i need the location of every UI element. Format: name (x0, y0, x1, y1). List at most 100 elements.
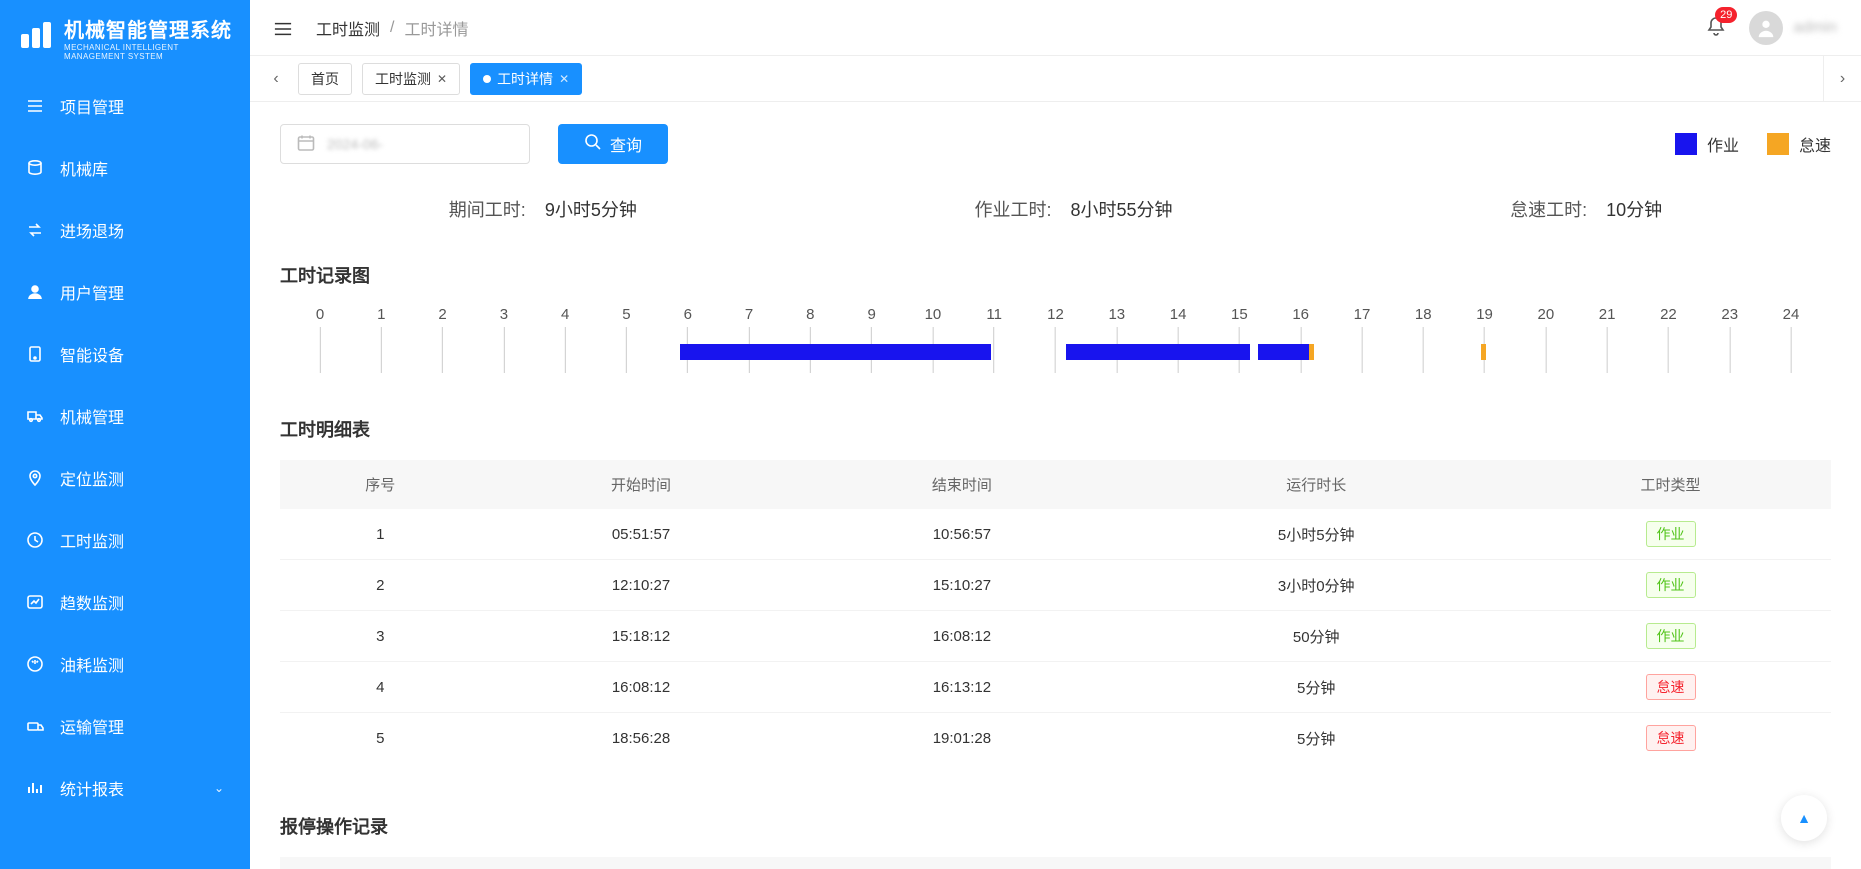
stat-work: 作业工时: 8小时55分钟 (974, 196, 1172, 222)
stat-idle: 怠速工时: 10分钟 (1510, 196, 1662, 222)
table-header: 工时类型 (1510, 460, 1831, 509)
tabs-next-icon[interactable]: › (1823, 56, 1861, 102)
db-icon (26, 159, 44, 177)
type-tag: 作业 (1646, 623, 1696, 649)
stat-period: 期间工时: 9小时5分钟 (449, 196, 637, 222)
date-input[interactable]: 2024-06- (280, 124, 530, 164)
stats-row: 期间工时: 9小时5分钟 作业工时: 8小时55分钟 怠速工时: 10分钟 (280, 164, 1831, 248)
timeline-tick: 23 (1721, 306, 1738, 373)
sidebar-item-truck[interactable]: 机械管理 (0, 385, 250, 447)
timeline-tick: 13 (1108, 306, 1125, 373)
device-icon (26, 345, 44, 363)
close-icon[interactable]: ✕ (437, 72, 447, 86)
breadcrumb-sep: / (390, 19, 394, 37)
sidebar-item-transfer[interactable]: 进场退场 (0, 199, 250, 261)
timeline-tick: 21 (1599, 306, 1616, 373)
fuel-icon (26, 655, 44, 673)
sidebar-item-user[interactable]: 用户管理 (0, 261, 250, 323)
sidebar-item-transport[interactable]: 运输管理 (0, 695, 250, 757)
user-icon (26, 283, 44, 301)
main: 工时监测 / 工时详情 29 admin ‹ 首页 工时监测 ✕ 工时详情 ✕ › (250, 0, 1861, 869)
table-row: 212:10:2715:10:273小时0分钟作业 (280, 560, 1831, 611)
timeline-tick: 17 (1354, 306, 1371, 373)
sidebar-item-fuel[interactable]: 油耗监测 (0, 633, 250, 695)
sidebar-item-stats[interactable]: 统计报表⌄ (0, 757, 250, 819)
sidebar-item-label: 趋数监测 (60, 590, 224, 614)
sidebar-item-db[interactable]: 机械库 (0, 137, 250, 199)
table1-title: 工时明细表 (280, 416, 1831, 442)
sidebar-item-location[interactable]: 定位监测 (0, 447, 250, 509)
sidebar-item-device[interactable]: 智能设备 (0, 323, 250, 385)
tab[interactable]: 首页 (298, 63, 352, 95)
table-header: 结束时间 (801, 460, 1122, 509)
timeline-tick: 10 (925, 306, 942, 373)
sidebar-item-trend[interactable]: 趋数监测 (0, 571, 250, 633)
menu-toggle-icon[interactable] (274, 20, 294, 36)
table-row: 105:51:5710:56:575小时5分钟作业 (280, 509, 1831, 560)
chevron-down-icon: ⌄ (214, 781, 224, 795)
project-icon (26, 97, 44, 115)
notification-badge: 29 (1715, 7, 1737, 23)
tabs-prev-icon[interactable]: ‹ (260, 70, 292, 88)
timeline-tick: 12 (1047, 306, 1064, 373)
truck-icon (26, 407, 44, 425)
calendar-icon (297, 134, 315, 155)
table-header: 运行时长 (1122, 460, 1510, 509)
tab-label: 首页 (311, 69, 339, 89)
type-tag: 作业 (1646, 521, 1696, 547)
back-to-top-button[interactable]: ▲ (1781, 795, 1827, 841)
timeline-tick: 4 (561, 306, 569, 373)
sidebar-item-label: 智能设备 (60, 342, 224, 366)
avatar[interactable] (1749, 11, 1783, 45)
stop-table: 序号操作记录操作时间 (280, 857, 1831, 869)
tab-label: 工时监测 (375, 69, 431, 89)
timeline-tick: 11 (986, 306, 1002, 373)
timeline-tick: 14 (1170, 306, 1187, 373)
type-tag: 怠速 (1646, 674, 1696, 700)
transport-icon (26, 717, 44, 735)
username[interactable]: admin (1793, 19, 1837, 37)
timeline-tick: 16 (1292, 306, 1309, 373)
content: 2024-06- 查询 作业 怠速 (250, 102, 1861, 869)
timeline-tick: 24 (1783, 306, 1800, 373)
timeline-tick: 7 (745, 306, 753, 373)
table-row: 416:08:1216:13:125分钟怠速 (280, 662, 1831, 713)
location-icon (26, 469, 44, 487)
clock-icon (26, 531, 44, 549)
timeline-segment (1309, 344, 1314, 360)
tab[interactable]: 工时详情 ✕ (470, 63, 582, 95)
sidebar-item-label: 进场退场 (60, 218, 224, 242)
filter-row: 2024-06- 查询 作业 怠速 (280, 124, 1831, 164)
legend-idle: 怠速 (1767, 132, 1831, 156)
legend-work: 作业 (1675, 132, 1739, 156)
legend-swatch-orange (1767, 133, 1789, 155)
date-value: 2024-06- (327, 136, 383, 152)
logo-icon (18, 20, 54, 56)
sidebar-item-project[interactable]: 项目管理 (0, 75, 250, 137)
timeline-segment (1481, 344, 1486, 360)
notification-icon[interactable]: 29 (1705, 15, 1727, 40)
timeline-tick: 0 (316, 306, 324, 373)
trend-icon (26, 593, 44, 611)
breadcrumb-item: 工时详情 (404, 16, 468, 40)
tab[interactable]: 工时监测 ✕ (362, 63, 460, 95)
search-button[interactable]: 查询 (558, 124, 668, 164)
sidebar-item-label: 项目管理 (60, 94, 224, 118)
sidebar-item-label: 机械库 (60, 156, 224, 180)
timeline-tick: 5 (622, 306, 630, 373)
breadcrumb-item[interactable]: 工时监测 (316, 16, 380, 40)
sidebar-item-label: 定位监测 (60, 466, 224, 490)
sidebar-item-clock[interactable]: 工时监测 (0, 509, 250, 571)
sidebar-item-label: 用户管理 (60, 280, 224, 304)
tab-label: 工时详情 (497, 69, 553, 89)
table-header: 开始时间 (481, 460, 802, 509)
table-row: 518:56:2819:01:285分钟怠速 (280, 713, 1831, 764)
timeline-tick: 18 (1415, 306, 1432, 373)
topbar: 工时监测 / 工时详情 29 admin (250, 0, 1861, 56)
sidebar-item-label: 油耗监测 (60, 652, 224, 676)
chart-title: 工时记录图 (280, 262, 1831, 288)
table-header: 操作记录 (466, 857, 1490, 869)
close-icon[interactable]: ✕ (559, 72, 569, 86)
legend-swatch-blue (1675, 133, 1697, 155)
timeline-tick: 6 (684, 306, 692, 373)
